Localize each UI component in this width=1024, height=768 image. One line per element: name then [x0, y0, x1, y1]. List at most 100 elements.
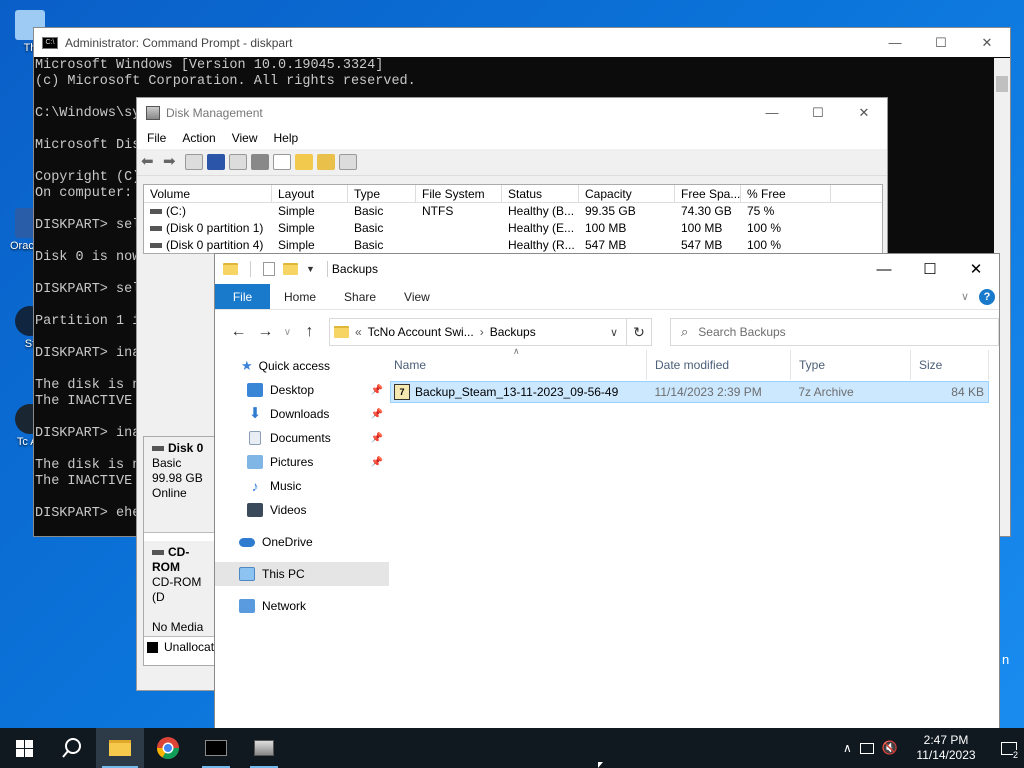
properties-icon[interactable] — [263, 262, 275, 276]
divider — [326, 261, 328, 277]
forward-button[interactable]: → — [252, 323, 279, 341]
sidebar-item-documents[interactable]: Documents 📌 — [215, 426, 389, 450]
recent-locations-button[interactable]: ∨ — [279, 327, 296, 338]
back-button[interactable]: ← — [225, 323, 252, 341]
cmd-titlebar[interactable]: C:\ Administrator: Command Prompt - disk… — [34, 28, 1010, 57]
tab-file[interactable]: File — [215, 284, 270, 309]
col-name[interactable]: Name — [391, 350, 647, 380]
taskbar-chrome[interactable] — [144, 728, 192, 768]
sidebar-item-videos[interactable]: Videos — [215, 498, 389, 522]
pin-icon[interactable]: 📌 — [371, 457, 383, 468]
col-date-modified[interactable]: Date modified — [647, 350, 791, 380]
col-type[interactable]: Type — [348, 185, 416, 202]
sidebar-item-desktop[interactable]: Desktop 📌 — [215, 378, 389, 402]
close-button[interactable]: ✕ — [841, 98, 887, 127]
tab-view[interactable]: View — [390, 284, 444, 309]
file-list[interactable]: ∧ Name Date modified Type Size 7 Backup_… — [390, 346, 999, 726]
minimize-button[interactable]: — — [861, 255, 907, 284]
cdrom-info[interactable]: CD-ROM CD-ROM (D No Media — [144, 541, 224, 637]
forward-icon[interactable]: ➡ — [163, 154, 181, 170]
settings-icon[interactable] — [339, 154, 357, 170]
pin-icon[interactable]: 📌 — [371, 385, 383, 396]
tab-home[interactable]: Home — [270, 284, 330, 309]
dm-titlebar[interactable]: Disk Management — ☐ ✕ — [137, 98, 887, 127]
table-row[interactable]: (Disk 0 partition 4) Simple Basic Health… — [144, 237, 882, 254]
check-icon[interactable] — [273, 154, 291, 170]
menu-help[interactable]: Help — [274, 131, 299, 145]
col-layout[interactable]: Layout — [272, 185, 348, 202]
close-button[interactable]: ✕ — [953, 255, 999, 284]
chevron-right-icon[interactable]: › — [480, 325, 484, 339]
up-button[interactable]: ↑ — [296, 323, 323, 341]
explorer-window[interactable]: ▼ Backups — ☐ ✕ File Home Share View ∨ ?… — [214, 253, 1000, 729]
sidebar-item-onedrive[interactable]: OneDrive — [215, 530, 389, 554]
col-capacity[interactable]: Capacity — [579, 185, 675, 202]
address-bar[interactable]: « TcNo Account Swi... › Backups ∨ — [328, 318, 627, 346]
pin-icon[interactable]: 📌 — [371, 409, 383, 420]
action-center-button[interactable]: 2 — [994, 728, 1024, 768]
breadcrumb-overflow[interactable]: « — [355, 325, 362, 339]
sidebar-item-downloads[interactable]: ⬇ Downloads 📌 — [215, 402, 389, 426]
file-row[interactable]: 7 Backup_Steam_13-11-2023_09-56-49 11/14… — [390, 381, 989, 403]
search-folder-icon[interactable] — [317, 154, 335, 170]
col-percent-free[interactable]: % Free — [741, 185, 831, 202]
search-input[interactable]: ⌕ Search Backups — [670, 318, 999, 346]
properties-icon[interactable] — [229, 154, 247, 170]
minimize-button[interactable]: — — [872, 28, 918, 57]
new-folder-icon[interactable] — [283, 263, 298, 275]
navigation-pane[interactable]: ★ Quick access Desktop 📌 ⬇ Downloads 📌 D… — [215, 354, 389, 724]
chevron-down-icon[interactable]: ▼ — [306, 264, 315, 274]
unallocated-swatch — [147, 641, 158, 653]
breadcrumb-item[interactable]: TcNo Account Swi... — [368, 325, 474, 339]
start-button[interactable] — [0, 728, 48, 768]
scrollbar-thumb[interactable] — [996, 76, 1008, 92]
cell: 100 % — [747, 221, 782, 235]
table-row[interactable]: (Disk 0 partition 1) Simple Basic Health… — [144, 220, 882, 237]
taskbar-disk-management[interactable] — [240, 728, 288, 768]
breadcrumb-item[interactable]: Backups — [490, 325, 536, 339]
help-icon[interactable]: ? — [979, 288, 995, 305]
show-hidden-icons-icon[interactable]: ∧ — [843, 741, 852, 755]
clock[interactable]: 2:47 PM 11/14/2023 — [906, 733, 986, 763]
up-folder-icon[interactable] — [295, 154, 313, 170]
search-button[interactable] — [48, 728, 96, 768]
menu-file[interactable]: File — [147, 131, 166, 145]
sidebar-item-this-pc[interactable]: This PC — [215, 562, 389, 586]
maximize-button[interactable]: ☐ — [918, 28, 964, 57]
sidebar-item-pictures[interactable]: Pictures 📌 — [215, 450, 389, 474]
menu-view[interactable]: View — [232, 131, 258, 145]
maximize-button[interactable]: ☐ — [795, 98, 841, 127]
volume-muted-icon[interactable]: 🔇 — [882, 740, 898, 756]
tab-share[interactable]: Share — [330, 284, 390, 309]
sidebar-item-quick-access[interactable]: ★ Quick access — [215, 354, 389, 378]
expand-ribbon-icon[interactable]: ∨ — [961, 290, 969, 303]
col-status[interactable]: Status — [502, 185, 579, 202]
chevron-down-icon[interactable]: ∨ — [602, 326, 626, 339]
table-row[interactable]: (C:) Simple Basic NTFS Healthy (B... 99.… — [144, 203, 882, 220]
cell: 75 % — [747, 204, 775, 218]
volume-list[interactable]: Volume Layout Type File System Status Ca… — [143, 184, 883, 254]
back-icon[interactable]: ⬅ — [141, 154, 159, 170]
taskbar-file-explorer[interactable] — [96, 728, 144, 768]
network-icon[interactable] — [859, 742, 874, 754]
sidebar-item-music[interactable]: ♪ Music — [215, 474, 389, 498]
connect-icon[interactable] — [251, 154, 269, 170]
menu-action[interactable]: Action — [182, 131, 215, 145]
disk0-info[interactable]: Disk 0 Basic 99.98 GB Online — [144, 437, 224, 533]
col-type[interactable]: Type — [791, 350, 911, 380]
col-volume[interactable]: Volume — [144, 185, 272, 202]
close-button[interactable]: ✕ — [964, 28, 1010, 57]
maximize-button[interactable]: ☐ — [907, 255, 953, 284]
cell: Healthy (E... — [508, 221, 575, 235]
col-file-system[interactable]: File System — [416, 185, 502, 202]
pin-icon[interactable]: 📌 — [371, 433, 383, 444]
refresh-button[interactable]: ↻ — [626, 318, 652, 346]
help-icon[interactable] — [207, 154, 225, 170]
explorer-titlebar[interactable]: ▼ Backups — ☐ ✕ — [215, 254, 999, 284]
taskbar-cmd[interactable] — [192, 728, 240, 768]
minimize-button[interactable]: — — [749, 98, 795, 127]
col-free-space[interactable]: Free Spa... — [675, 185, 741, 202]
col-size[interactable]: Size — [911, 350, 989, 380]
sidebar-item-network[interactable]: Network — [215, 594, 389, 618]
list-icon[interactable] — [185, 154, 203, 170]
